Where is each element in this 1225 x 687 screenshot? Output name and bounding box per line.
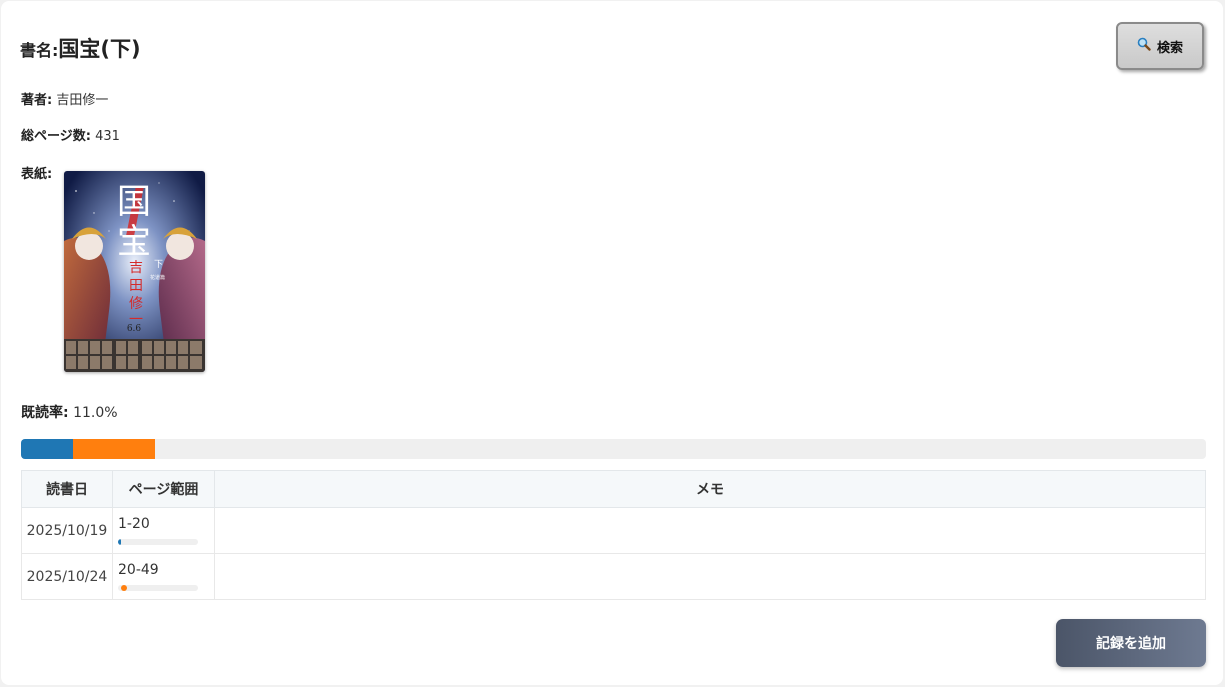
search-button-label: 検索 xyxy=(1156,40,1183,56)
page-count-label: 総ページ数: xyxy=(21,129,91,144)
row-memo xyxy=(214,553,1206,600)
cover-subtitle: 花道篇 xyxy=(150,274,165,281)
book-cover-image: 国 宝 下 花道篇 吉 田 修 一 6.6 xyxy=(64,171,205,372)
range-text: 20-49 xyxy=(118,562,159,578)
table-header-row: 読書日 ページ範囲 メモ xyxy=(21,470,1206,508)
page-count-row: 総ページ数: 431 xyxy=(21,125,120,144)
add-record-button[interactable]: 記録を追加 xyxy=(1056,619,1206,667)
header-memo: メモ xyxy=(214,470,1206,508)
magnifier-icon xyxy=(1137,37,1151,55)
header-page-range: ページ範囲 xyxy=(112,470,215,508)
header-date: 読書日 xyxy=(21,470,113,508)
cover-title-char-1: 国 xyxy=(117,182,151,222)
cover-volume: 下 xyxy=(154,260,163,270)
cover-author-char-2: 田 xyxy=(129,278,143,294)
reading-log-table: 読書日 ページ範囲 メモ 2025/10/19 1-20 2025/10/24 xyxy=(21,470,1206,600)
cover-label: 表紙: xyxy=(21,167,53,182)
range-mini-bar xyxy=(118,585,198,591)
row-date: 2025/10/24 xyxy=(21,553,113,600)
reading-progress-row: 既読率: 11.0% xyxy=(21,402,118,422)
progress-label: 既読率: xyxy=(21,405,69,421)
table-row: 2025/10/19 1-20 xyxy=(21,507,1206,554)
range-mini-fill xyxy=(118,539,121,545)
title-label: 書名: xyxy=(20,41,59,60)
page-count-value: 431 xyxy=(95,129,120,144)
row-page-range: 20-49 xyxy=(112,553,215,600)
book-detail-card: 書名: 国宝(下) 検索 著者: 吉田修一 総ページ数: 431 表紙: 国 宝… xyxy=(1,1,1223,685)
table-row: 2025/10/24 20-49 xyxy=(21,553,1206,600)
range-text: 1-20 xyxy=(118,516,150,532)
author-label: 著者: xyxy=(21,93,53,108)
cover-date: 6.6 xyxy=(127,324,142,334)
progress-segment-2 xyxy=(73,439,155,459)
range-mini-bar xyxy=(118,539,198,545)
book-title: 国宝(下) xyxy=(58,37,141,61)
reading-progress-bar xyxy=(21,439,1206,459)
cover-author-char-3: 修 xyxy=(129,296,143,312)
book-title-row: 書名: 国宝(下) xyxy=(20,33,141,63)
row-date: 2025/10/19 xyxy=(21,507,113,554)
progress-segment-1 xyxy=(21,439,73,459)
cover-title-char-2: 宝 xyxy=(117,222,151,262)
row-memo xyxy=(214,507,1206,554)
cover-author-char-1: 吉 xyxy=(129,260,143,276)
search-button[interactable]: 検索 xyxy=(1116,22,1204,70)
row-page-range: 1-20 xyxy=(112,507,215,554)
range-mini-fill xyxy=(121,585,127,591)
progress-value: 11.0% xyxy=(73,405,118,421)
author-value: 吉田修一 xyxy=(56,93,109,108)
author-row: 著者: 吉田修一 xyxy=(21,89,108,108)
